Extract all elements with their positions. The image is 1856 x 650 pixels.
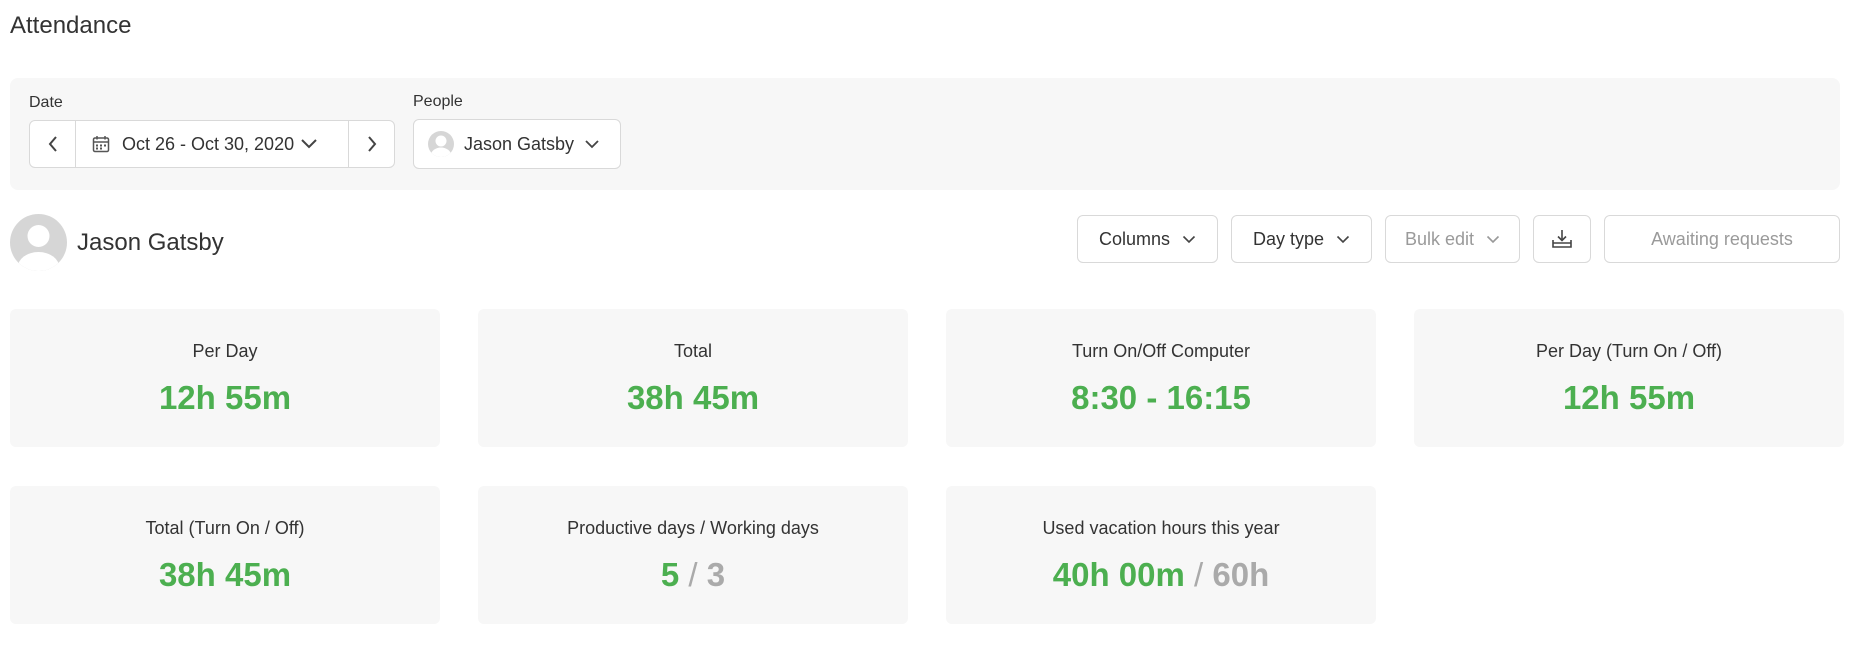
stat-value: 5 / 3 (478, 556, 908, 594)
stat-value: 38h 45m (626, 379, 760, 416)
people-filter: People Jason Gatsby (413, 93, 621, 169)
page-title: Attendance (10, 12, 132, 39)
awaiting-requests-label: Awaiting requests (1651, 228, 1793, 249)
stat-value: 12h 55m (1562, 379, 1696, 416)
productive-days-value: 5 (660, 556, 680, 593)
date-filter: Date Oct 26 - Oct 30, 2020 (29, 94, 395, 168)
columns-button[interactable]: Columns (1077, 215, 1218, 263)
stat-card-turn-on-off: Turn On/Off Computer 8:30 - 16:15 (946, 309, 1376, 447)
chevron-down-icon (585, 140, 599, 149)
stat-label: Per Day (192, 341, 258, 361)
bulk-edit-label: Bulk edit (1404, 228, 1475, 249)
value-separator: / (1194, 556, 1204, 593)
stat-label: Total (Turn On / Off) (145, 518, 305, 538)
stat-label: Turn On/Off Computer (1071, 341, 1251, 361)
stat-label: Used vacation hours this year (1042, 518, 1280, 538)
chevron-right-icon (367, 136, 376, 152)
stat-card-productive-days: Productive days / Working days 5 / 3 (478, 486, 908, 624)
stat-value: 40h 00m / 60h (946, 556, 1376, 594)
stat-card-total: Total 38h 45m (478, 309, 908, 447)
date-label: Date (29, 94, 63, 111)
people-select[interactable]: Jason Gatsby (413, 119, 621, 169)
stat-value: 8:30 - 16:15 (1071, 379, 1251, 416)
toolbar: Columns Day type Bulk edit Awaiting requ… (1077, 215, 1840, 263)
chevron-down-icon (301, 139, 317, 149)
next-week-button[interactable] (348, 121, 394, 167)
user-name: Jason Gatsby (77, 228, 224, 256)
prev-week-button[interactable] (30, 121, 76, 167)
stat-card-vacation: Used vacation hours this year 40h 00m / … (946, 486, 1376, 624)
stat-value: 38h 45m (158, 556, 292, 593)
user-header: Jason Gatsby (10, 214, 224, 271)
date-range-text: Oct 26 - Oct 30, 2020 (122, 133, 295, 154)
people-label: People (413, 93, 463, 110)
value-separator: / (688, 556, 698, 593)
download-icon (1552, 230, 1572, 248)
chevron-left-icon (48, 136, 57, 152)
chevron-down-icon (1182, 235, 1196, 243)
used-vacation-value: 40h 00m (1052, 556, 1185, 593)
calendar-icon (92, 136, 110, 153)
people-select-value: Jason Gatsby (464, 133, 575, 154)
awaiting-requests-button[interactable]: Awaiting requests (1604, 215, 1840, 263)
columns-label: Columns (1098, 228, 1171, 249)
stat-label: Productive days / Working days (567, 518, 819, 538)
vacation-allowance-value: 60h (1212, 556, 1270, 593)
chevron-down-icon (1336, 235, 1350, 243)
day-type-button[interactable]: Day type (1231, 215, 1372, 263)
stat-label: Total (673, 341, 713, 361)
date-picker: Oct 26 - Oct 30, 2020 (29, 120, 395, 168)
bulk-edit-button[interactable]: Bulk edit (1385, 215, 1520, 263)
stat-card-per-day-turn: Per Day (Turn On / Off) 12h 55m (1414, 309, 1844, 447)
date-range-selector[interactable]: Oct 26 - Oct 30, 2020 (76, 121, 348, 167)
stat-value: 12h 55m (158, 379, 292, 416)
stat-label: Per Day (Turn On / Off) (1535, 341, 1723, 361)
chevron-down-icon (1486, 235, 1500, 243)
avatar (10, 214, 67, 271)
stat-card-total-turn: Total (Turn On / Off) 38h 45m (10, 486, 440, 624)
filter-bar: Date Oct 26 - Oct 30, 2020 People Jason … (10, 78, 1840, 190)
stat-card-per-day: Per Day 12h 55m (10, 309, 440, 447)
download-button[interactable] (1533, 215, 1591, 263)
working-days-value: 3 (706, 556, 726, 593)
day-type-label: Day type (1252, 228, 1325, 249)
avatar-icon (428, 131, 454, 157)
